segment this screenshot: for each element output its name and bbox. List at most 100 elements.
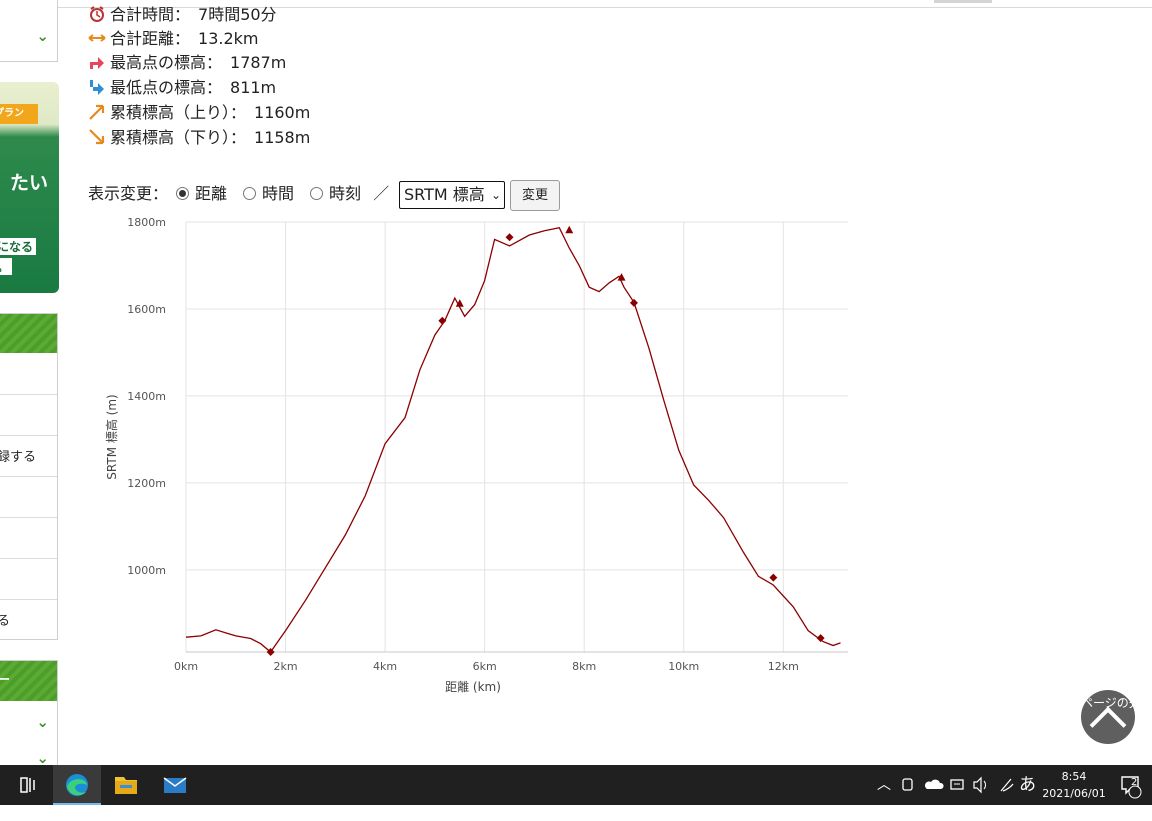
- y-axis-ticks: 1000m 1200m 1400m 1600m 1800m: [127, 216, 166, 577]
- stat-cumulative-descent: 累積標高（下り）： 1158m: [88, 127, 310, 149]
- select-value: SRTM 標高: [404, 185, 485, 204]
- top-tab-edge: [934, 0, 992, 3]
- stat-label: 累積標高（下り）：: [110, 128, 247, 147]
- chevron-down-icon[interactable]: ⌄: [36, 713, 49, 731]
- ad-subtext: になる: [0, 238, 37, 255]
- stat-label: 合計距離：: [110, 29, 191, 48]
- task-view-icon: [20, 777, 35, 793]
- waypoint-markers: [266, 225, 825, 656]
- back-to-top-button[interactable]: ページの先頭へ: [1081, 690, 1152, 744]
- windows-taskbar: ︿ あ 8:54 2021/06/01 2: [0, 765, 1152, 805]
- taskbar-clock[interactable]: 8:54 2021/06/01: [1036, 768, 1112, 802]
- elevation-chart: 1000m 1200m 1400m 1600m 1800m 0km 2km 4km 6km 8k…: [104, 216, 848, 694]
- radio-clock-time[interactable]: [310, 187, 324, 200]
- stat-value: 811m: [230, 78, 277, 97]
- waypoint-marker-diamond: [438, 316, 447, 325]
- meet-now-icon[interactable]: [900, 765, 916, 805]
- x-axis-title: 距離 (km): [445, 680, 501, 694]
- radio-label: 時間: [262, 184, 295, 203]
- mail-icon: [163, 777, 187, 793]
- display-change-label: 表示変更：: [88, 184, 169, 203]
- chevron-up-icon: [1089, 706, 1127, 744]
- ascent-arrow-icon: [89, 104, 105, 120]
- y-tick-label: 1800m: [127, 216, 166, 229]
- change-button[interactable]: 変更: [510, 180, 560, 211]
- x-tick-label: 12km: [768, 660, 799, 673]
- pen-icon[interactable]: [997, 765, 1017, 805]
- waypoint-marker-diamond: [816, 634, 825, 643]
- x-tick-label: 4km: [373, 660, 397, 673]
- x-tick-label: 0km: [174, 660, 198, 673]
- separator: ／: [373, 184, 390, 203]
- sidebar-ad-banner[interactable]: プラン たい になる 。: [0, 82, 59, 293]
- descent-arrow-icon: [89, 129, 105, 145]
- chevron-down-icon: ⌄: [36, 27, 49, 45]
- sidebar-menu-header: [0, 314, 57, 353]
- notification-center-button[interactable]: 2: [1118, 765, 1144, 805]
- stat-highest-point: 最高点の標高： 1787m: [88, 52, 286, 74]
- y-tick-label: 1200m: [127, 477, 166, 490]
- stat-value: 1158m: [254, 128, 311, 147]
- network-icon[interactable]: [948, 765, 968, 805]
- waypoint-marker-diamond: [629, 298, 638, 307]
- stat-label: 最高点の標高：: [110, 53, 223, 72]
- distance-arrow-icon: [88, 34, 106, 42]
- chart-grid: [185, 221, 848, 653]
- task-view-button[interactable]: [4, 765, 52, 805]
- stat-label: 累積標高（上り）：: [110, 103, 247, 122]
- elevation-series-line: [185, 226, 841, 653]
- waypoint-marker-triangle: [565, 225, 574, 234]
- chevron-down-icon: ⌄: [490, 188, 501, 202]
- x-tick-label: 6km: [473, 660, 497, 673]
- radio-distance[interactable]: [176, 187, 190, 200]
- notification-count: 2: [1131, 777, 1138, 788]
- chevron-down-icon[interactable]: ⌄: [36, 749, 49, 765]
- stat-value: 1787m: [230, 53, 287, 72]
- sidebar-menu-item[interactable]: 録する: [0, 446, 36, 465]
- display-controls: 表示変更： 距離 時間 時刻 ／ SRTM 標高 ⌄ 変更: [88, 180, 560, 211]
- ime-indicator[interactable]: あ: [1019, 765, 1036, 805]
- volume-icon[interactable]: [971, 765, 991, 805]
- radio-time[interactable]: [243, 187, 257, 200]
- x-tick-label: 2km: [274, 660, 298, 673]
- show-hidden-icons-button[interactable]: ︿: [877, 765, 891, 805]
- x-axis-ticks: 0km 2km 4km 6km 8km 10km 12km: [174, 660, 799, 673]
- y-axis-title: SRTM 標高 (m): [104, 394, 119, 479]
- y-tick-label: 1000m: [127, 564, 166, 577]
- highest-point-icon: [90, 57, 104, 69]
- radio-label: 距離: [195, 184, 228, 203]
- stat-lowest-point: 最低点の標高： 811m: [88, 77, 276, 99]
- waypoint-marker-diamond: [769, 573, 778, 582]
- sidebar-menu-2: ー ⌄ ⌄: [0, 660, 58, 765]
- stat-cumulative-ascent: 累積標高（上り）： 1160m: [88, 102, 310, 124]
- chevron-up-icon: ︿: [877, 777, 891, 793]
- stat-total-time: 合計時間： 7時間50分: [88, 4, 277, 26]
- x-tick-label: 10km: [668, 660, 699, 673]
- lowest-point-icon: [90, 80, 104, 95]
- y-tick-label: 1400m: [127, 390, 166, 403]
- sidebar-menu: 録する る: [0, 313, 58, 640]
- stat-label: 合計時間：: [110, 5, 191, 24]
- stat-value: 7時間50分: [198, 5, 277, 24]
- sidebar-dropdown[interactable]: ⌄: [0, 0, 58, 62]
- onedrive-icon[interactable]: [924, 765, 944, 805]
- y-tick-label: 1600m: [127, 303, 166, 316]
- ad-tag: プラン: [0, 104, 38, 124]
- x-tick-label: 8km: [572, 660, 596, 673]
- stat-label: 最低点の標高：: [110, 78, 223, 97]
- folder-icon: [115, 777, 137, 794]
- waypoint-marker-diamond: [505, 233, 514, 242]
- stat-value: 1160m: [254, 103, 311, 122]
- elevation-source-select[interactable]: SRTM 標高 ⌄: [399, 181, 505, 209]
- sidebar-menu-item[interactable]: る: [0, 610, 10, 629]
- mail-button[interactable]: [151, 765, 199, 805]
- ad-headline: たい: [10, 172, 49, 194]
- left-sidebar: ⌄ プラン たい になる 。 録する る ー ⌄ ⌄: [0, 0, 60, 765]
- radio-label: 時刻: [329, 184, 362, 203]
- stat-total-distance: 合計距離： 13.2km: [88, 28, 259, 50]
- stat-value: 13.2km: [198, 29, 259, 48]
- edge-browser-button[interactable]: [53, 765, 101, 805]
- clock-time: 8:54: [1061, 770, 1087, 783]
- file-explorer-button[interactable]: [102, 765, 150, 805]
- edge-icon: [66, 774, 88, 796]
